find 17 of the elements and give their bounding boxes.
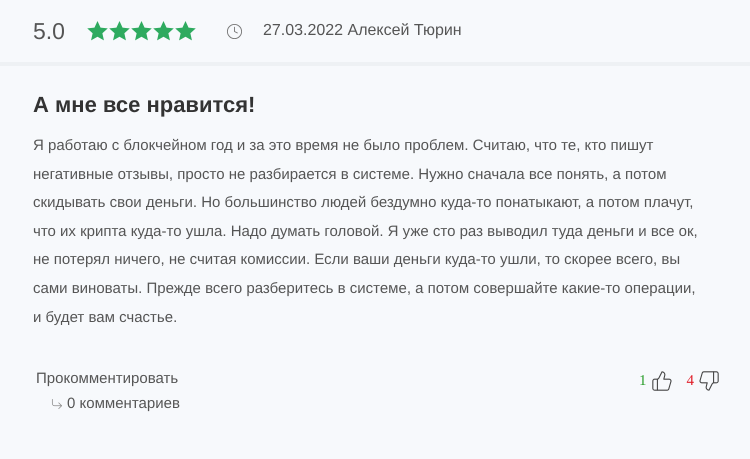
star-icon xyxy=(130,21,152,41)
review-title: А мне все нравится! xyxy=(33,92,256,118)
review-meta: 27.03.2022 Алексей Тюрин xyxy=(262,22,462,40)
dislike-count: 4 xyxy=(686,373,694,392)
comments-count[interactable]: 0 комментариев xyxy=(67,395,180,412)
like-count: 1 xyxy=(639,373,646,392)
rating-value: 5.0 xyxy=(33,18,65,44)
star-icon xyxy=(152,21,174,41)
star-icon xyxy=(174,21,196,41)
reply-arrow-icon xyxy=(50,396,64,411)
thumbs-down-icon[interactable] xyxy=(698,370,720,392)
star-icon xyxy=(86,21,108,41)
review-text: Я работаю с блокчейном год и за это время не было проблем. Считаю, что те, кто пишут негативные отзывы, просто не разбирается в системе. Нужно сначала все понять, а потом скидывать свои деньги. Но большинство людей бездумно куда-то понатыкают, а потом плачут, что их крипта куда-то ушла. Надо думать головой. Я уже сто раз выводил туда деньги и все ок, не потерял ничего, не считая комиссии. Если ваши деньги куда-то ушли, то скорее всего, вы сами виноваты. Прежде всего разберитесь в системе, а потом совершайте какие-то операции, и будет вам счастье. xyxy=(33,136,699,328)
star-icon xyxy=(108,21,130,41)
thumbs-up-icon[interactable] xyxy=(650,370,672,392)
comment-link[interactable]: Прокомментировать xyxy=(36,370,180,388)
clock-icon xyxy=(226,22,243,40)
